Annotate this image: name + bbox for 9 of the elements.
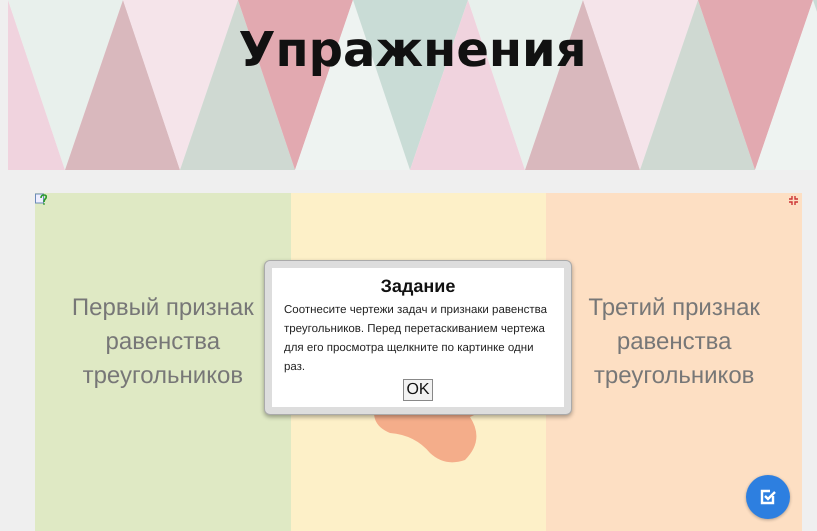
column-label: Первый признак равенства треугольников	[70, 293, 255, 391]
checkbox-icon	[759, 488, 777, 506]
ok-button[interactable]: OK	[403, 379, 433, 401]
column-label: Третий признак равенства треугольников	[587, 293, 761, 391]
dialog-text: Соотнесите чертежи задач и признаки равенства треугольников. Перед перетаскиванием чертежа для его просмотра щелкните по картинке одни раз.	[284, 303, 548, 375]
help-icon[interactable]	[35, 193, 47, 205]
fullscreen-icon[interactable]	[789, 196, 798, 205]
page-title: Упражнения	[238, 22, 587, 78]
dialog-title: Задание	[380, 276, 456, 297]
